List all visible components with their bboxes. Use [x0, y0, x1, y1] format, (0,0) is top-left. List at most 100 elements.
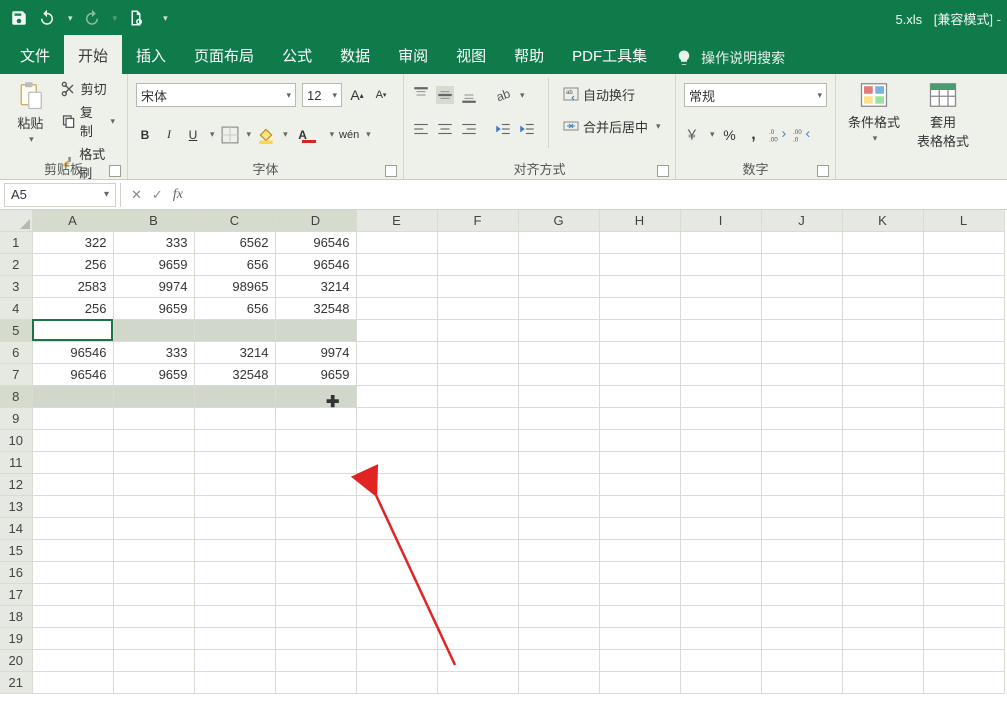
cell-A6[interactable]: 96546	[32, 341, 113, 363]
cell-E15[interactable]	[356, 539, 437, 561]
fx-icon[interactable]: fx	[173, 187, 189, 203]
cell-B14[interactable]	[113, 517, 194, 539]
cell-E21[interactable]	[356, 671, 437, 693]
cell-J18[interactable]	[761, 605, 842, 627]
cell-H12[interactable]	[599, 473, 680, 495]
cell-J9[interactable]	[761, 407, 842, 429]
cell-D18[interactable]	[275, 605, 356, 627]
cell-I19[interactable]	[680, 627, 761, 649]
cell-I20[interactable]	[680, 649, 761, 671]
cell-I21[interactable]	[680, 671, 761, 693]
cell-E13[interactable]	[356, 495, 437, 517]
cell-H18[interactable]	[599, 605, 680, 627]
row-header-9[interactable]: 9	[0, 407, 32, 429]
decrease-indent-icon[interactable]	[494, 120, 512, 138]
cell-G11[interactable]	[518, 451, 599, 473]
cell-B10[interactable]	[113, 429, 194, 451]
align-launcher[interactable]	[657, 165, 669, 177]
border-button[interactable]	[221, 126, 239, 144]
underline-button[interactable]: U	[184, 126, 202, 144]
cell-L17[interactable]	[923, 583, 1004, 605]
cell-G19[interactable]	[518, 627, 599, 649]
cell-F1[interactable]	[437, 231, 518, 253]
col-header-I[interactable]: I	[680, 210, 761, 231]
cell-G18[interactable]	[518, 605, 599, 627]
cell-I6[interactable]	[680, 341, 761, 363]
cell-F14[interactable]	[437, 517, 518, 539]
row-header-6[interactable]: 6	[0, 341, 32, 363]
phonetic-guide-button[interactable]: wén	[340, 126, 358, 144]
row-header-3[interactable]: 3	[0, 275, 32, 297]
cell-F11[interactable]	[437, 451, 518, 473]
number-format-combo[interactable]: 常规▾	[684, 83, 827, 107]
cell-I14[interactable]	[680, 517, 761, 539]
cell-H6[interactable]	[599, 341, 680, 363]
cell-G14[interactable]	[518, 517, 599, 539]
cell-A5[interactable]	[32, 319, 113, 341]
cell-E6[interactable]	[356, 341, 437, 363]
cell-G7[interactable]	[518, 363, 599, 385]
cell-D12[interactable]	[275, 473, 356, 495]
cell-I8[interactable]	[680, 385, 761, 407]
align-top-icon[interactable]	[412, 86, 430, 104]
cell-C2[interactable]: 656	[194, 253, 275, 275]
wrap-text-button[interactable]: ab自动换行	[559, 78, 665, 110]
cell-H3[interactable]	[599, 275, 680, 297]
cell-J19[interactable]	[761, 627, 842, 649]
align-center-icon[interactable]	[436, 120, 454, 138]
cell-L18[interactable]	[923, 605, 1004, 627]
col-header-G[interactable]: G	[518, 210, 599, 231]
cell-H11[interactable]	[599, 451, 680, 473]
cell-F10[interactable]	[437, 429, 518, 451]
row-header-11[interactable]: 11	[0, 451, 32, 473]
cell-A14[interactable]	[32, 517, 113, 539]
col-header-J[interactable]: J	[761, 210, 842, 231]
fill-color-button[interactable]	[257, 126, 275, 144]
cell-J2[interactable]	[761, 253, 842, 275]
cell-C9[interactable]	[194, 407, 275, 429]
cell-C18[interactable]	[194, 605, 275, 627]
cell-K17[interactable]	[842, 583, 923, 605]
cell-D17[interactable]	[275, 583, 356, 605]
cell-K6[interactable]	[842, 341, 923, 363]
cell-L1[interactable]	[923, 231, 1004, 253]
cell-B13[interactable]	[113, 495, 194, 517]
cell-D5[interactable]	[275, 319, 356, 341]
cell-G3[interactable]	[518, 275, 599, 297]
font-size-combo[interactable]: 12▾	[302, 83, 342, 107]
redo-icon[interactable]	[83, 9, 101, 27]
cell-D8[interactable]	[275, 385, 356, 407]
cell-A15[interactable]	[32, 539, 113, 561]
cell-J8[interactable]	[761, 385, 842, 407]
cell-D6[interactable]: 9974	[275, 341, 356, 363]
cell-C3[interactable]: 98965	[194, 275, 275, 297]
enter-formula-icon[interactable]: ✓	[152, 187, 163, 203]
cell-E12[interactable]	[356, 473, 437, 495]
cell-F8[interactable]	[437, 385, 518, 407]
row-header-8[interactable]: 8	[0, 385, 32, 407]
cell-I2[interactable]	[680, 253, 761, 275]
cell-E14[interactable]	[356, 517, 437, 539]
cell-E11[interactable]	[356, 451, 437, 473]
cell-E19[interactable]	[356, 627, 437, 649]
cell-K20[interactable]	[842, 649, 923, 671]
cell-C16[interactable]	[194, 561, 275, 583]
print-preview-icon[interactable]	[127, 9, 145, 27]
clipboard-launcher[interactable]	[109, 165, 121, 177]
cell-L13[interactable]	[923, 495, 1004, 517]
cell-K18[interactable]	[842, 605, 923, 627]
cell-I7[interactable]	[680, 363, 761, 385]
row-header-21[interactable]: 21	[0, 671, 32, 693]
tab-insert[interactable]: 插入	[122, 35, 180, 74]
cell-J12[interactable]	[761, 473, 842, 495]
cell-A9[interactable]	[32, 407, 113, 429]
cell-F21[interactable]	[437, 671, 518, 693]
cell-A20[interactable]	[32, 649, 113, 671]
cell-G5[interactable]	[518, 319, 599, 341]
align-left-icon[interactable]	[412, 120, 430, 138]
name-box[interactable]: A5▾	[4, 183, 116, 207]
cell-J4[interactable]	[761, 297, 842, 319]
cell-I9[interactable]	[680, 407, 761, 429]
align-middle-icon[interactable]	[436, 86, 454, 104]
cell-F6[interactable]	[437, 341, 518, 363]
